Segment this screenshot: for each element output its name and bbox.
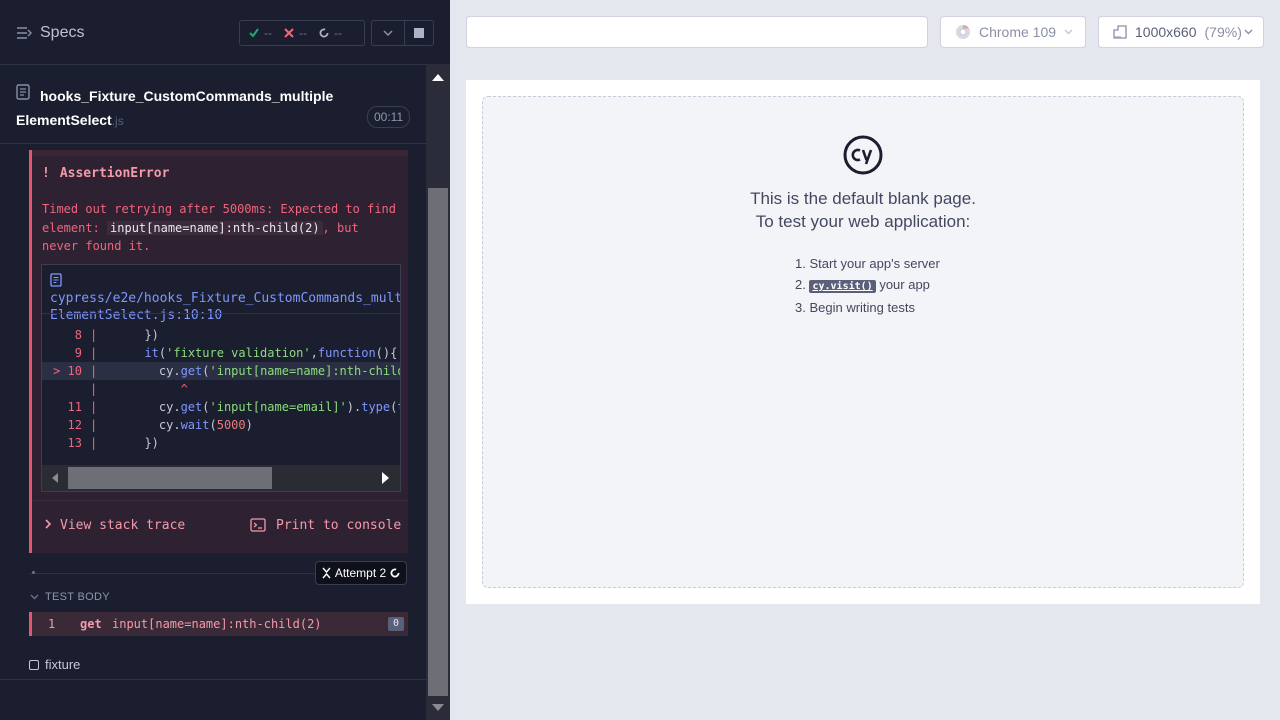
reporter-header: Specs -- -- -- <box>0 0 450 64</box>
specs-button[interactable]: Specs <box>16 22 84 44</box>
view-stack-trace-button[interactable]: View stack trace <box>44 518 185 533</box>
command-name: get <box>80 617 102 631</box>
code-line: 11| cy.get('input[name=email]').type(thi <box>67 400 400 414</box>
suite-item[interactable]: fixture <box>29 657 80 672</box>
code-line: 8 | }) <box>74 328 159 342</box>
command-row[interactable]: 1 get input[name=name]:nth-child(2) 0 <box>29 612 408 636</box>
scrollbar-thumb[interactable] <box>428 188 448 696</box>
code-line: 9 | it('fixture validation',function(){ <box>74 346 398 360</box>
check-icon <box>249 28 259 38</box>
chevron-right-icon <box>45 519 52 529</box>
reporter-panel: Specs -- -- -- hooks_Fixture_CustomComma… <box>0 0 450 720</box>
blank-page-subheading: To test your web application: <box>755 212 971 231</box>
blank-page-heading: This is the default blank page. <box>750 189 976 208</box>
scrollbar-thumb[interactable] <box>68 467 272 489</box>
command-number: 1 <box>48 617 56 631</box>
file-icon <box>50 273 62 287</box>
scroll-right-icon[interactable] <box>382 472 389 484</box>
error-title: ! AssertionError <box>42 166 170 181</box>
attempt-tag[interactable]: Attempt 2 <box>315 561 407 585</box>
run-options-dropdown[interactable] <box>371 20 405 46</box>
code-line: 12 | cy.wait(5000) <box>67 418 253 432</box>
code-line-caret: | ^ <box>90 382 188 396</box>
collapse-icon <box>322 567 331 579</box>
cy-visit-link[interactable]: cy.visit() <box>809 280 876 293</box>
passed-stat: -- <box>249 26 284 40</box>
pending-stat: -- <box>319 26 354 40</box>
chevron-down-icon <box>383 30 393 36</box>
error-message: Timed out retrying after 5000ms: Expecte… <box>42 202 397 253</box>
horizontal-scrollbar[interactable] <box>42 465 400 491</box>
spec-name-continued: ElementSelect.js <box>16 112 124 128</box>
scroll-down-icon[interactable] <box>432 704 444 711</box>
cypress-logo-icon <box>843 135 883 175</box>
code-line-highlighted: > 10 | cy.get('input[name=name]:nth-child… <box>42 362 400 380</box>
chrome-icon <box>956 25 970 39</box>
file-icon <box>16 84 30 100</box>
stop-button[interactable] <box>404 20 434 46</box>
chevron-down-icon <box>1244 29 1253 35</box>
code-frame: cypress/e2e/hooks_Fixture_CustomCommands… <box>41 264 401 492</box>
x-icon <box>284 28 294 38</box>
terminal-icon <box>250 518 266 532</box>
retry-icon <box>390 568 400 578</box>
chevron-down-icon <box>1064 29 1073 35</box>
ruler-icon <box>1113 25 1127 39</box>
test-body-label[interactable]: TEST BODY <box>30 591 110 603</box>
command-message: input[name=name]:nth-child(2) <box>112 617 322 631</box>
step-item: 2. cy.visit() your app <box>795 277 930 293</box>
test-stats: -- -- -- <box>239 20 365 46</box>
viewport-selector[interactable]: 1000x660 (79%) <box>1098 16 1264 48</box>
step-item: 1. Start your app's server <box>795 256 940 271</box>
error-panel: ! AssertionError Timed out retrying after… <box>29 150 408 553</box>
getting-started-steps: 1. Start your app's server 2. cy.visit()… <box>795 253 940 318</box>
divider <box>0 143 426 144</box>
url-bar[interactable] <box>466 16 928 48</box>
step-item: 3. Begin writing tests <box>795 300 915 315</box>
command-count-badge: 0 <box>388 617 404 631</box>
suite-icon <box>29 659 39 670</box>
spec-duration: 00:11 <box>367 106 411 128</box>
specs-label: Specs <box>40 24 85 41</box>
error-selector: input[name=name]:nth-child(2) <box>107 220 323 235</box>
print-to-console-button[interactable]: Print to console <box>250 518 401 533</box>
scroll-left-icon[interactable] <box>52 473 58 483</box>
pending-icon <box>319 28 329 38</box>
scroll-up-icon[interactable] <box>432 74 444 81</box>
browser-selector[interactable]: Chrome 109 <box>940 16 1086 48</box>
divider <box>0 64 426 65</box>
default-blank-page: This is the default blank page. To test … <box>482 96 1244 588</box>
spec-name: hooks_Fixture_CustomCommands_multiple <box>40 88 334 104</box>
code-line: 13 | }) <box>67 436 159 450</box>
failed-stat: -- <box>284 26 319 40</box>
stop-icon <box>413 28 424 38</box>
chevron-down-icon <box>30 594 39 600</box>
vertical-scrollbar[interactable] <box>426 64 450 720</box>
app-under-test-frame: This is the default blank page. To test … <box>466 80 1260 604</box>
code-frame-file-link[interactable]: cypress/e2e/hooks_Fixture_CustomCommands… <box>50 273 400 324</box>
sidebar-toggle-icon <box>17 27 32 39</box>
